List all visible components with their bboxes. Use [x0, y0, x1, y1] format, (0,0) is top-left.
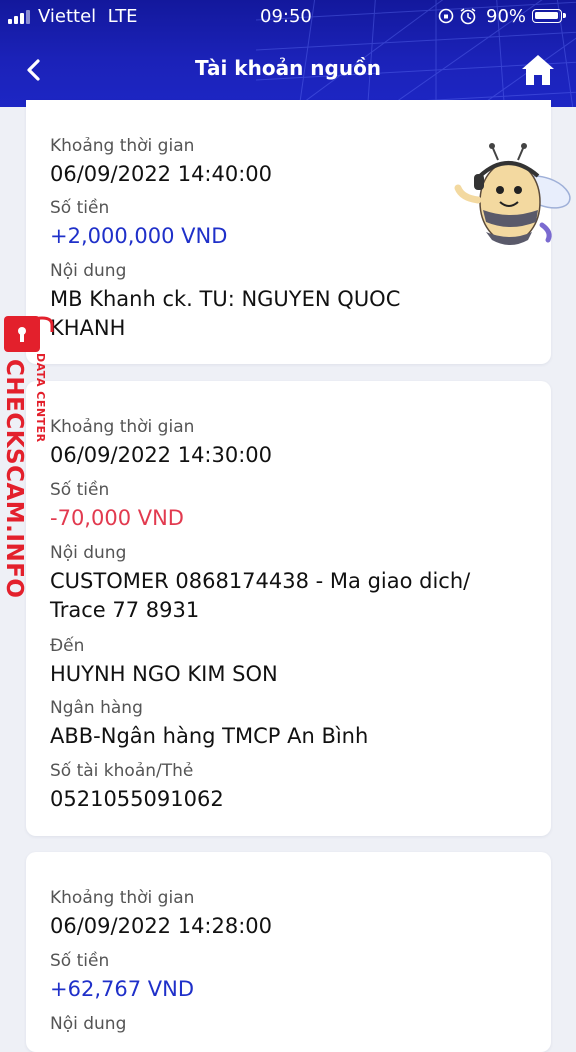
- content-field: Nội dung: [50, 1014, 127, 1034]
- battery-percent: 90%: [486, 6, 527, 27]
- transaction-content: MB Khanh ck. TU: NGUYEN QUOC KHANH: [50, 287, 401, 340]
- transaction-amount: +62,767 VND: [50, 977, 194, 1001]
- transaction-amount: +2,000,000 VND: [50, 224, 228, 248]
- signal-icon: [8, 10, 36, 24]
- account-field: Số tài khoản/Thẻ 0521055091062: [50, 761, 224, 814]
- battery-icon: [532, 9, 566, 23]
- amount-field: Số tiền -70,000 VND: [50, 480, 184, 533]
- account-number: 0521055091062: [50, 787, 224, 811]
- bank-name: ABB-Ngân hàng TMCP An Bình: [50, 724, 369, 748]
- bee-mascot-icon: [454, 143, 571, 245]
- time-field: Khoảng thời gian 06/09/2022 14:30:00: [50, 417, 272, 470]
- recipient-name: HUYNH NGO KIM SON: [50, 662, 278, 686]
- transaction-card[interactable]: Khoảng thời gian 06/09/2022 14:30:00 Số …: [26, 381, 551, 836]
- watermark-subtext: DATA CENTER: [34, 353, 47, 443]
- time-field: Khoảng thời gian 06/09/2022 14:40:00: [50, 136, 272, 189]
- clock: 09:50: [260, 6, 312, 27]
- app-header: Viettel LTE 09:50 90% Tài khoản nguồn: [0, 0, 576, 107]
- transaction-amount: -70,000 VND: [50, 506, 184, 530]
- time-field: Khoảng thời gian 06/09/2022 14:28:00: [50, 888, 272, 941]
- status-bar: Viettel LTE 09:50 90%: [0, 0, 576, 32]
- amount-field: Số tiền +62,767 VND: [50, 951, 194, 1004]
- watermark-text: CHECKSCAM.INFO: [1, 359, 27, 599]
- carrier-label: Viettel LTE: [38, 6, 138, 27]
- transaction-content: CUSTOMER 0868174438 - Ma giao dich/ Trac…: [50, 569, 471, 622]
- transaction-card[interactable]: Khoảng thời gian 06/09/2022 14:28:00 Số …: [26, 852, 551, 1052]
- transaction-time: 06/09/2022 14:28:00: [50, 914, 273, 938]
- rotation-lock-alarm-icon: [438, 8, 476, 25]
- page-title: Tài khoản nguồn: [194, 56, 382, 80]
- transaction-time: 06/09/2022 14:40:00: [50, 162, 273, 186]
- content-field: Nội dung MB Khanh ck. TU: NGUYEN QUOC KH…: [50, 261, 480, 343]
- transaction-time: 06/09/2022 14:30:00: [50, 443, 273, 467]
- content-field: Nội dung CUSTOMER 0868174438 - Ma giao d…: [50, 543, 480, 625]
- recipient-field: Đến HUYNH NGO KIM SON: [50, 636, 278, 689]
- bank-field: Ngân hàng ABB-Ngân hàng TMCP An Bình: [50, 698, 368, 751]
- home-icon[interactable]: [518, 50, 558, 90]
- lock-icon: [4, 316, 54, 352]
- amount-field: Số tiền +2,000,000 VND: [50, 198, 227, 251]
